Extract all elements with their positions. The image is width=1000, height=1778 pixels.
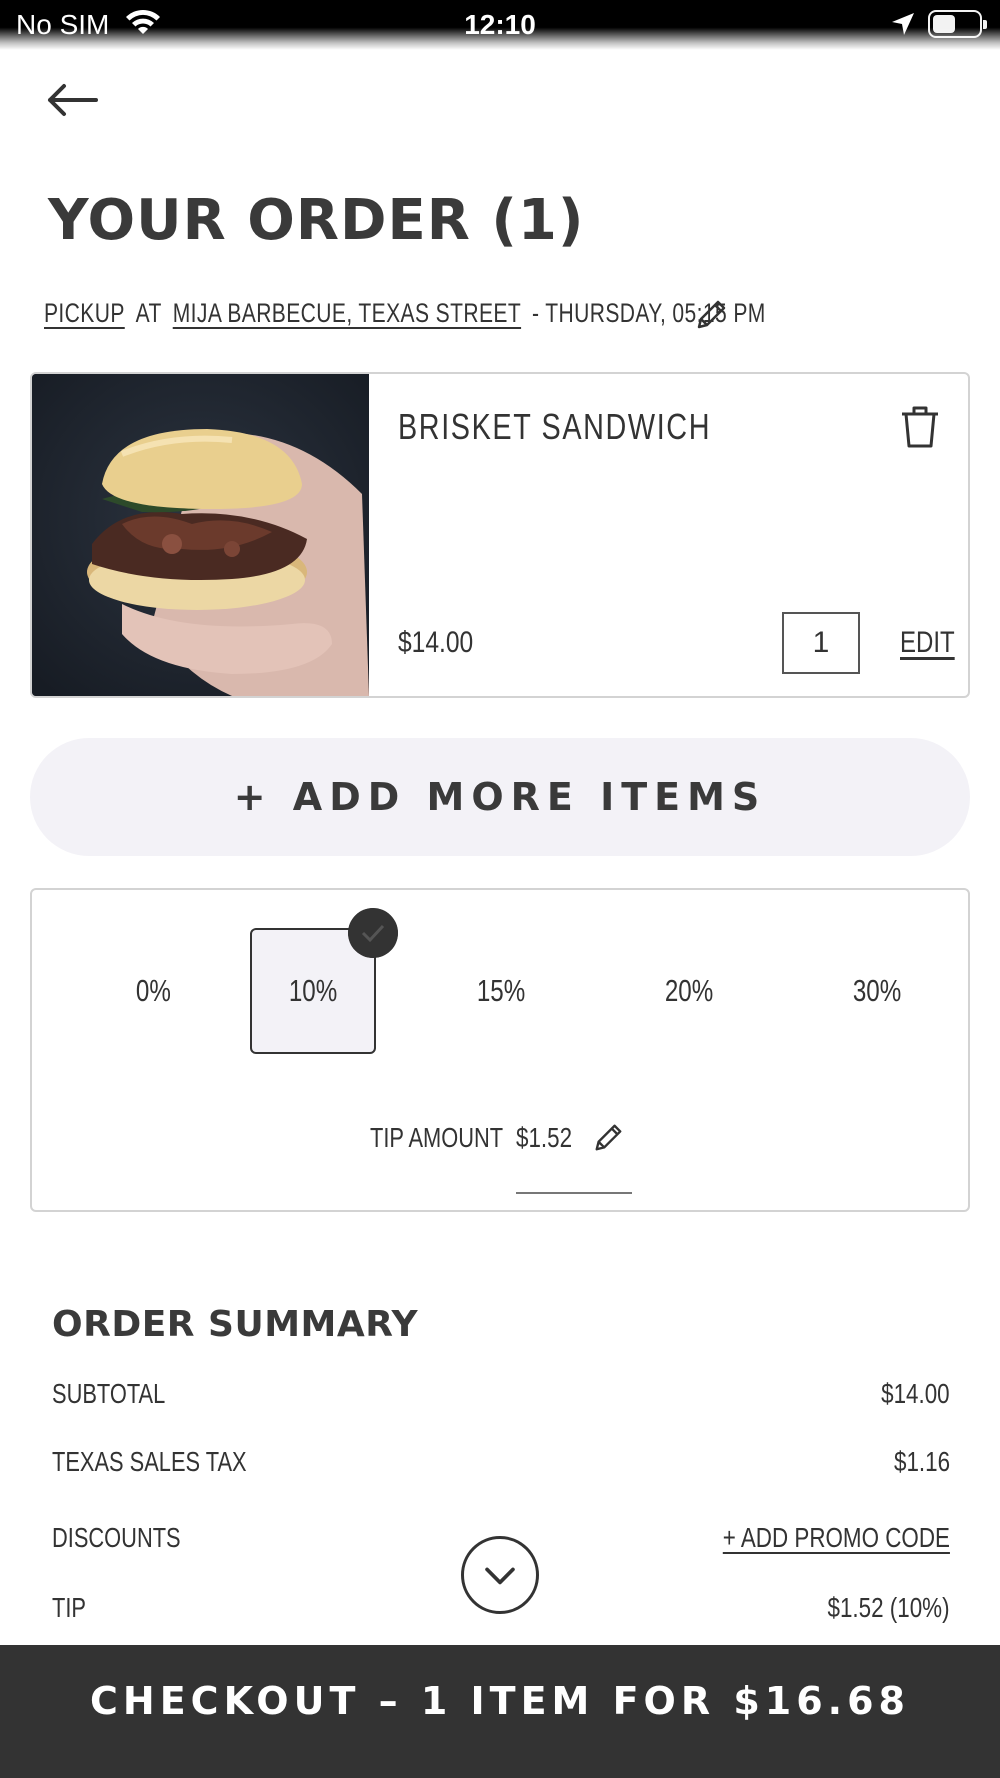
edit-tip-pencil-icon[interactable] <box>592 1122 624 1154</box>
pickup-details: PICKUP AT MIJA BARBECUE, TEXAS STREET - THU… <box>44 298 777 329</box>
summary-value: $14.00 <box>881 1378 950 1409</box>
summary-label: SUBTOTAL <box>52 1378 166 1409</box>
tip-option-label: 10% <box>288 973 338 1008</box>
item-price: $14.00 <box>398 626 474 659</box>
edit-pickup-pencil-icon[interactable] <box>694 298 728 332</box>
summary-row-tax: TEXAS SALES TAX $1.16 <box>52 1446 950 1486</box>
tip-option-30[interactable]: 30% <box>814 928 940 1054</box>
tip-selector: 0% 10% 15% 20% 30% TIP AMOUNT $1.52 <box>30 888 970 1212</box>
selected-check-icon <box>348 908 398 958</box>
summary-value: $1.52 (10%) <box>827 1592 950 1623</box>
brisket-sandwich-photo <box>32 374 369 696</box>
tip-amount-label: TIP AMOUNT <box>370 1122 504 1153</box>
summary-label: TIP <box>52 1592 86 1623</box>
tip-amount-underline <box>516 1192 632 1194</box>
cart-item-card: BRISKET SANDWICH $14.00 1 EDIT <box>30 372 970 698</box>
add-promo-code-link[interactable]: + ADD PROMO CODE <box>723 1522 950 1554</box>
scroll-down-chevron-icon[interactable] <box>461 1536 539 1614</box>
status-bar: No SIM 12:10 <box>0 0 1000 50</box>
summary-value: $1.16 <box>893 1446 950 1477</box>
summary-label: TEXAS SALES TAX <box>52 1446 247 1477</box>
page-title: YOUR ORDER (1) <box>48 188 585 253</box>
trash-icon[interactable] <box>898 404 942 450</box>
checkout-button[interactable]: CHECKOUT – 1 ITEM FOR $16.68 <box>0 1645 1000 1778</box>
order-summary-title: ORDER SUMMARY <box>52 1304 419 1345</box>
pickup-time-label: - THURSDAY, 05:15 PM <box>531 298 766 328</box>
tip-option-label: 0% <box>135 973 171 1008</box>
add-more-items-button[interactable]: + ADD MORE ITEMS <box>30 738 970 856</box>
pickup-mode-link[interactable]: PICKUP <box>44 298 125 328</box>
tip-option-label: 20% <box>664 973 714 1008</box>
clock: 12:10 <box>464 9 536 40</box>
tip-option-20[interactable]: 20% <box>626 928 752 1054</box>
location-arrow-icon <box>892 13 914 35</box>
battery-icon <box>928 10 987 38</box>
quantity-field[interactable]: 1 <box>782 612 860 674</box>
back-arrow-icon[interactable] <box>44 80 100 120</box>
pickup-location-link[interactable]: MIJA BARBECUE, TEXAS STREET <box>173 298 521 328</box>
edit-item-link[interactable]: EDIT <box>900 626 955 660</box>
summary-row-subtotal: SUBTOTAL $14.00 <box>52 1378 950 1418</box>
tip-option-0[interactable]: 0% <box>90 928 216 1054</box>
tip-option-label: 15% <box>476 973 526 1008</box>
tip-amount-value[interactable]: $1.52 <box>516 1122 572 1154</box>
summary-label: DISCOUNTS <box>52 1522 181 1553</box>
tip-option-15[interactable]: 15% <box>438 928 564 1054</box>
item-name: BRISKET SANDWICH <box>398 406 712 447</box>
tip-option-label: 30% <box>852 973 902 1008</box>
pickup-at-label: AT <box>135 298 162 328</box>
